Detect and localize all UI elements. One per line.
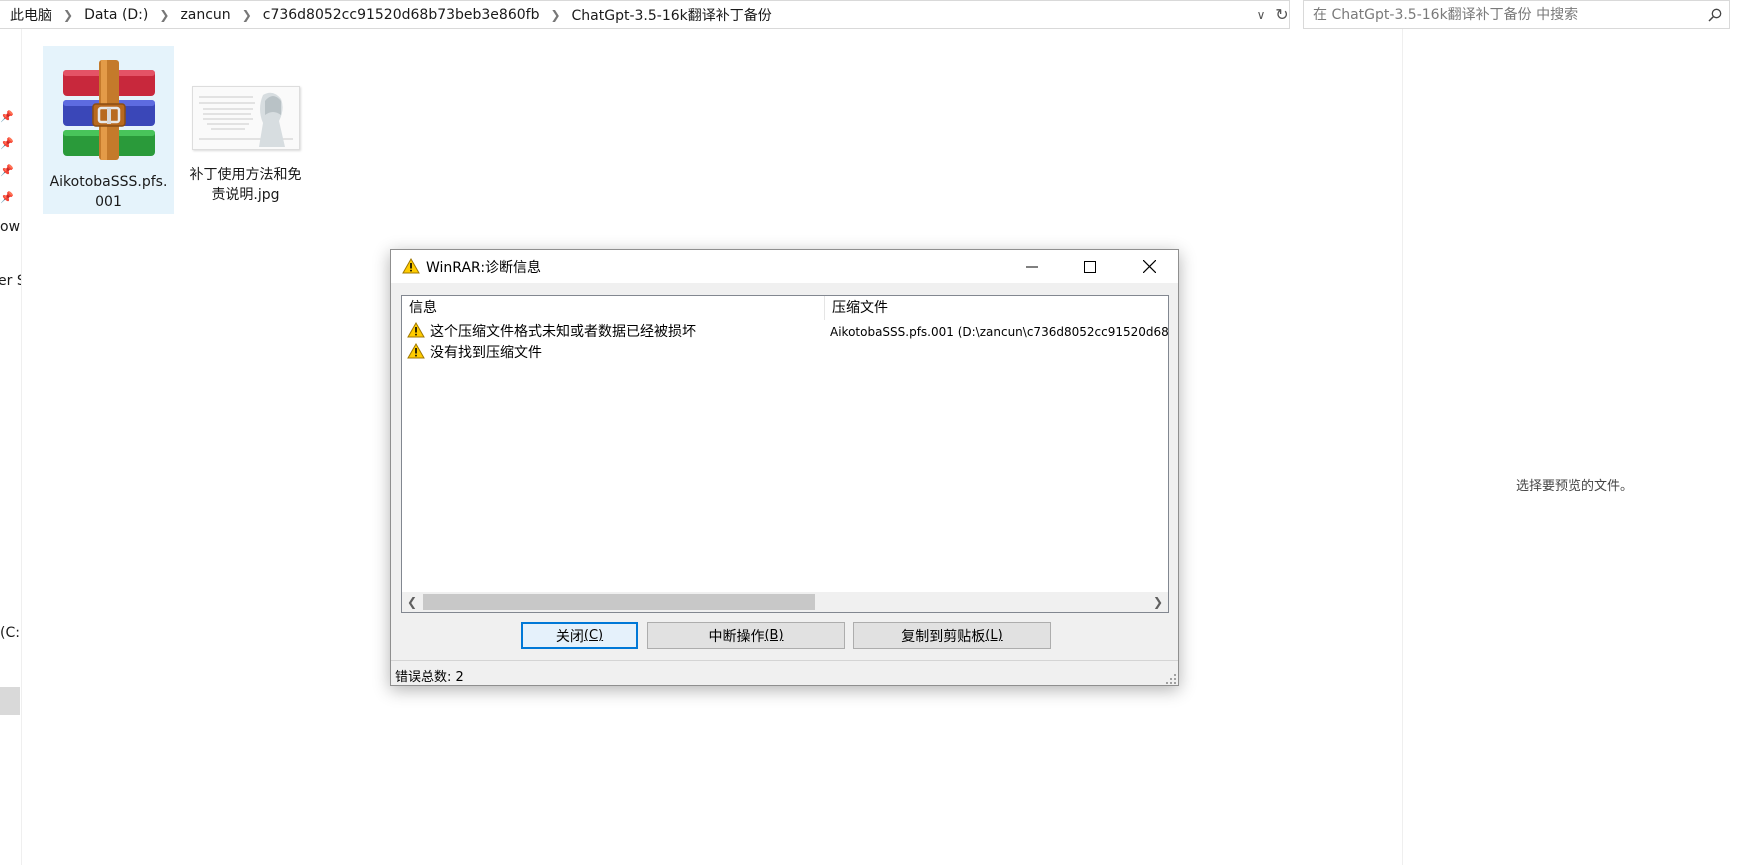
- scroll-left-icon[interactable]: ❮: [402, 592, 422, 612]
- breadcrumb-hash-folder[interactable]: c736d8052cc91520d68b73beb3e860fb: [261, 7, 542, 23]
- chevron-right-icon[interactable]: ❯: [54, 8, 82, 22]
- breadcrumb-current-folder[interactable]: ChatGpt-3.5-16k翻译补丁备份: [570, 5, 774, 25]
- scrollbar-thumb[interactable]: [423, 594, 815, 610]
- row-message: 没有找到压缩文件: [430, 345, 542, 361]
- winrar-diagnostic-dialog: WinRAR:诊断信息 信息 压缩文件 这个压缩文件格式未知或者数据已经被损坏 …: [390, 249, 1179, 686]
- preview-pane: 选择要预览的文件。: [1402, 29, 1745, 865]
- search-box[interactable]: [1303, 0, 1730, 29]
- breadcrumb-zancun[interactable]: zancun: [178, 7, 232, 23]
- dialog-statusbar: 错误总数: 2: [391, 660, 1178, 686]
- file-name[interactable]: AikotobaSSS.pfs.001: [50, 172, 168, 212]
- warning-icon: [402, 257, 420, 278]
- file-item-jpg[interactable]: 补丁使用方法和免责说明.jpg: [180, 46, 311, 214]
- copy-to-clipboard-button[interactable]: 复制到剪贴板 (L): [853, 622, 1051, 649]
- minimize-icon: [1026, 266, 1038, 267]
- nav-item-drive-c[interactable]: (C:): [0, 625, 21, 641]
- minimize-button[interactable]: [1003, 250, 1061, 283]
- pin-icon[interactable]: 📌: [0, 164, 16, 180]
- resize-grip-icon[interactable]: [1166, 674, 1176, 684]
- pin-icon[interactable]: 📌: [0, 137, 16, 153]
- warning-icon: [407, 321, 425, 342]
- column-header-archive[interactable]: 压缩文件: [825, 296, 1168, 320]
- dialog-title: WinRAR:诊断信息: [426, 260, 542, 276]
- copy-button-label: 复制到剪贴板: [901, 628, 986, 645]
- file-name[interactable]: 补丁使用方法和免责说明.jpg: [187, 165, 305, 205]
- scroll-right-icon[interactable]: ❯: [1148, 592, 1168, 612]
- breadcrumb-data-drive[interactable]: Data (D:): [82, 7, 150, 23]
- horizontal-scrollbar[interactable]: ❮ ❯: [402, 592, 1168, 612]
- maximize-icon: [1084, 260, 1096, 273]
- close-window-button[interactable]: [1120, 250, 1178, 283]
- nav-item-partial[interactable]: ow: [0, 219, 20, 235]
- chevron-right-icon[interactable]: ❯: [233, 8, 261, 22]
- address-bar[interactable]: 此电脑 ❯ Data (D:) ❯ zancun ❯ c736d8052cc91…: [0, 0, 1290, 29]
- abort-button-shortcut: (B): [764, 628, 784, 643]
- close-button-shortcut: (C): [583, 628, 604, 643]
- abort-button-label: 中断操作: [708, 628, 765, 645]
- column-header-info[interactable]: 信息: [402, 296, 825, 320]
- refresh-icon[interactable]: ↻: [1270, 0, 1294, 29]
- preview-placeholder-text: 选择要预览的文件。: [1515, 479, 1633, 494]
- close-button[interactable]: 关闭 (C): [521, 622, 638, 649]
- abort-button[interactable]: 中断操作 (B): [647, 622, 845, 649]
- breadcrumb-this-pc[interactable]: 此电脑: [8, 5, 54, 25]
- list-header: 信息 压缩文件: [402, 296, 1168, 320]
- nav-item-selected[interactable]: [0, 687, 20, 715]
- file-item-rar[interactable]: AikotobaSSS.pfs.001: [43, 46, 174, 214]
- close-icon: [1142, 260, 1156, 273]
- chevron-down-icon[interactable]: ∨: [1252, 5, 1270, 25]
- image-thumbnail: [191, 86, 300, 150]
- pin-icon[interactable]: 📌: [0, 110, 16, 126]
- error-count: 错误总数: 2: [395, 670, 464, 685]
- row-message: 这个压缩文件格式未知或者数据已经被损坏: [430, 324, 696, 340]
- row-archive: AikotobaSSS.pfs.001 (D:\zancun\c736d8052…: [830, 325, 1169, 339]
- list-row[interactable]: 没有找到压缩文件: [402, 341, 1168, 362]
- chevron-right-icon[interactable]: ❯: [150, 8, 178, 22]
- dialog-titlebar[interactable]: WinRAR:诊断信息: [391, 250, 1178, 283]
- list-row[interactable]: 这个压缩文件格式未知或者数据已经被损坏 AikotobaSSS.pfs.001 …: [402, 320, 1168, 341]
- winrar-archive-icon: [62, 60, 155, 160]
- navigation-pane: 📌 📌 📌 📌 ow er S (C:): [0, 29, 22, 865]
- search-icon[interactable]: [1701, 8, 1729, 22]
- chevron-right-icon[interactable]: ❯: [541, 8, 569, 22]
- warning-icon: [407, 342, 425, 363]
- close-button-label: 关闭: [555, 628, 584, 645]
- copy-button-shortcut: (L): [985, 628, 1003, 643]
- nav-item-partial[interactable]: er S: [0, 273, 21, 289]
- maximize-button[interactable]: [1061, 250, 1119, 283]
- diagnostic-list[interactable]: 信息 压缩文件 这个压缩文件格式未知或者数据已经被损坏 AikotobaSSS.…: [401, 295, 1169, 613]
- pin-icon[interactable]: 📌: [0, 191, 16, 207]
- search-input[interactable]: [1304, 1, 1701, 28]
